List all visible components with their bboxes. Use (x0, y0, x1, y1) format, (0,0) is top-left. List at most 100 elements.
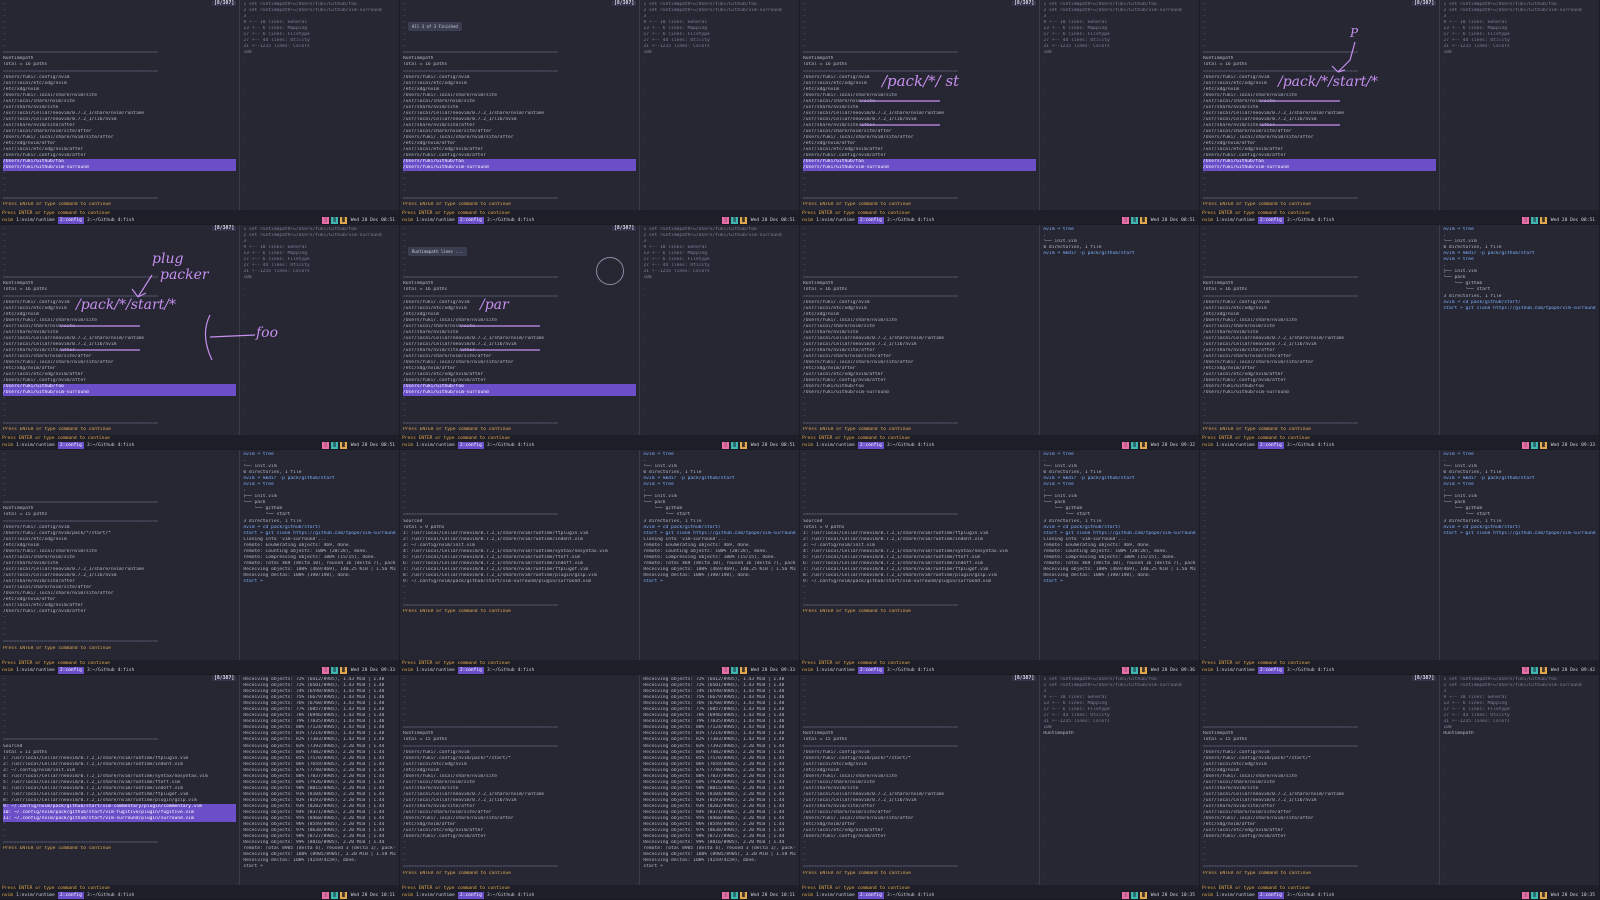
tmux-window-tab[interactable]: 3:~/Github (1287, 892, 1315, 899)
tmux-window-tab[interactable]: 3:~/Github (87, 892, 115, 899)
tmux-window-tab[interactable]: 2:config (1257, 217, 1284, 224)
nvim-pane[interactable]: ~ ~ ~ ~ ~ ~ ~ ~ ================================… (800, 225, 1039, 435)
nvim-pane[interactable]: ~ ~ ~ ~ ~ ~ ~ ~ ~ ~ ==============================… (0, 675, 239, 885)
tmux-window-tab[interactable]: 1:nvim/runtime (816, 217, 855, 224)
tmux-window-tab[interactable]: 3:~/Github (1287, 217, 1315, 224)
tmux-window-tab[interactable]: 1:nvim/runtime (816, 892, 855, 899)
nvim-pane[interactable]: ~ ~ ~ ~ ~ ~ ~ ~ ~ ~ ~ ~ ~ ~ ~ ~ ~ ~ ~ ~ ~ ~ ~ ~ ~ ~ ~ ~ ~ ~ ~ ~ ~ (1200, 450, 1439, 660)
tmux-window-tab[interactable]: 2:config (457, 892, 484, 899)
tmux-window-tab[interactable]: 3:~/Github (487, 892, 515, 899)
tmux-window-tab[interactable]: 4:fish (918, 892, 935, 899)
tmux-window-tab[interactable]: 3:~/Github (887, 442, 915, 449)
shell-pane[interactable]: Receiving objects: 72% (6412/8905), 1.43… (639, 675, 799, 885)
status-chip: ▒ (1531, 217, 1538, 224)
tmux-window-tab[interactable]: 3:~/Github (87, 217, 115, 224)
nvim-pane[interactable]: ~ ~ ~ ~ ~ ~ ~ ~ ================================… (0, 450, 239, 660)
tmux-window-tab[interactable]: 3:~/Github (887, 892, 915, 899)
nvim-pane[interactable]: ~ ~ ~ ~ ~ ~ ~ ~ ================================… (1200, 675, 1439, 885)
tmux-window-tab[interactable]: 4:fish (518, 217, 535, 224)
tmux-window-tab[interactable]: 3:~/Github (487, 442, 515, 449)
tmux-window-tab[interactable]: 1:nvim/runtime (416, 892, 455, 899)
tmux-window-tab[interactable]: 3:~/Github (487, 667, 515, 674)
tmux-window-tab[interactable]: 4:fish (1318, 217, 1335, 224)
sourced-entry: 4: /usr/local/Cellar/neovim/0.7.2_1/shar… (403, 548, 608, 554)
shell-pane[interactable]: nvim ➜ tree. └── init.vim 0 directories, 1… (1039, 450, 1199, 660)
tmux-window-tab[interactable]: 1:nvim/runtime (1216, 442, 1255, 449)
tmux-window-tab[interactable]: 2:config (457, 667, 484, 674)
tmux-window-tab[interactable]: 2:config (57, 442, 84, 449)
nvim-pane[interactable]: ~ ~ ~ ~ ~ ~ ~ ~ ================================… (800, 675, 1039, 885)
tmux-window-tab[interactable]: 4:fish (918, 667, 935, 674)
tmux-window-tab[interactable]: 2:config (457, 442, 484, 449)
nvim-pane[interactable]: ~ ~ ~ ~ ~ ~ ~ ~ ================================… (400, 675, 639, 885)
tmux-window-tab[interactable]: 2:config (57, 217, 84, 224)
tmux-window-tab[interactable]: 4:fish (118, 667, 135, 674)
tmux-window-tab[interactable]: 2:config (857, 892, 884, 899)
tmux-window-tab[interactable]: 1:nvim/runtime (816, 667, 855, 674)
vimrc-pane[interactable]: 1 set runtimepath+=/Users/Yuki/Github/fo… (639, 0, 799, 210)
shell-pane[interactable]: Receiving objects: 72% (6412/8905), 1.43… (239, 675, 399, 885)
tmux-window-tab[interactable]: 2:config (1257, 667, 1284, 674)
shell-pane[interactable]: nvim ➜ tree. └── init.vim 0 directories, 1… (1039, 225, 1199, 435)
status-row: nvim 1:nvim/runtime 2:config 3:~/Github 4:fi… (802, 217, 1197, 224)
shell-pane[interactable]: nvim ➜ tree. └── init.vim 0 directories, 1… (1439, 225, 1599, 435)
tmux-window-tab[interactable]: 3:~/Github (1287, 667, 1315, 674)
vimrc-pane[interactable]: 1 set runtimepath+=/Users/Yuki/Github/fo… (1039, 675, 1199, 885)
tmux-window-tab[interactable]: 4:fish (518, 442, 535, 449)
tmux-window-tab[interactable]: 2:config (1257, 892, 1284, 899)
tmux-window-tab[interactable]: 4:fish (1318, 667, 1335, 674)
tmux-window-tab[interactable]: 4:fish (118, 442, 135, 449)
tmux-window-tab[interactable]: 1:nvim/runtime (16, 217, 55, 224)
tmux-window-tab[interactable]: 2:config (457, 217, 484, 224)
tmux-window-tab[interactable]: 1:nvim/runtime (16, 667, 55, 674)
tmux-window-tab[interactable]: 2:config (57, 667, 84, 674)
nvim-pane[interactable]: ~ ~ ~ ~ ~ ~ ~ ~ ================================… (0, 0, 239, 210)
tmux-window-tab[interactable]: 3:~/Github (487, 217, 515, 224)
status-date: Wed 28 Dec 10:11 (350, 893, 395, 898)
tmux-window-tab[interactable]: 1:nvim/runtime (416, 442, 455, 449)
tmux-window-tab[interactable]: 1:nvim/runtime (16, 892, 55, 899)
tmux-window-tab[interactable]: 1:nvim/runtime (416, 217, 455, 224)
shell-pane[interactable]: nvim ➜ tree. └── init.vim 0 directories, 1… (1439, 450, 1599, 660)
tmux-window-tab[interactable]: 4:fish (1318, 442, 1335, 449)
tmux-window-tab[interactable]: 4:fish (1318, 892, 1335, 899)
tmux-window-tab[interactable]: 3:~/Github (87, 667, 115, 674)
tmux-session-name: nvim (802, 668, 814, 673)
status-chip: ▓ (1539, 667, 1547, 674)
tmux-window-tab[interactable]: 2:config (57, 892, 84, 899)
tmux-window-tab[interactable]: 1:nvim/runtime (1216, 892, 1255, 899)
tmux-window-tab[interactable]: 3:~/Github (87, 442, 115, 449)
tmux-window-tab[interactable]: 2:config (857, 217, 884, 224)
tmux-window-tab[interactable]: 1:nvim/runtime (16, 442, 55, 449)
tmux-window-tab[interactable]: 1:nvim/runtime (1216, 667, 1255, 674)
tmux-window-tab[interactable]: 2:config (1257, 442, 1284, 449)
vimrc-pane[interactable]: 1 set runtimepath+=/Users/Yuki/Github/fo… (239, 0, 399, 210)
tmux-window-tab[interactable]: 3:~/Github (887, 217, 915, 224)
tmux-window-tab[interactable]: 4:fish (918, 217, 935, 224)
shell-pane[interactable]: nvim ➜ tree. └── init.vim 0 directories, 1… (239, 450, 399, 660)
status-right: ░ ▒ ▓ Wed 28 Dec 10:35 (1122, 892, 1197, 899)
tmux-window-tab[interactable]: 2:config (857, 667, 884, 674)
tmux-window-tab[interactable]: 1:nvim/runtime (816, 442, 855, 449)
tmux-window-tab[interactable]: 1:nvim/runtime (416, 667, 455, 674)
nvim-pane[interactable]: ~ ~ ~ ~ ~ ~ ~ ~ ================================… (1200, 225, 1439, 435)
nvim-pane[interactable]: ~ ~ ~ ~ ~ ~ ~ ~ ~ ~ ==============================… (800, 450, 1039, 660)
tmux-window-tab[interactable]: 4:fish (118, 217, 135, 224)
git-progress-line: Receiving objects: 82% (7303/8905), 1.43… (643, 737, 785, 743)
tmux-window-tab[interactable]: 3:~/Github (887, 667, 915, 674)
status-hint: Press ENTER or type command to continue (2, 211, 110, 216)
vimrc-pane[interactable]: 1 set runtimepath+=/Users/Yuki/Github/fo… (1439, 675, 1599, 885)
tmux-window-tab[interactable]: 4:fish (918, 442, 935, 449)
tmux-window-tab[interactable]: 1:nvim/runtime (1216, 217, 1255, 224)
nvim-pane[interactable]: ~ ~ ~ ~ ~ ~ ~ ~ ~ ~ ==============================… (400, 450, 639, 660)
tmux-window-tab[interactable]: 3:~/Github (1287, 442, 1315, 449)
tmux-window-tab[interactable]: 4:fish (518, 667, 535, 674)
tmux-window-tab[interactable]: 2:config (857, 442, 884, 449)
git-progress-line: Receiving objects: 85% (7570/8905), 2.20… (243, 755, 385, 761)
tmux-frame: ~ ~ ~ ~ ~ ~ ~ ~ ================================… (400, 225, 800, 450)
shell-pane[interactable]: nvim ➜ tree. └── init.vim 0 directories, 1… (639, 450, 799, 660)
tmux-window-tab[interactable]: 4:fish (118, 892, 135, 899)
status-hint: Press ENTER or type command to continue (802, 886, 910, 891)
tmux-window-tab[interactable]: 4:fish (518, 892, 535, 899)
nvim-pane[interactable]: ~ ~ ~ ~ ~ ~ ~ ~ ================================… (400, 0, 639, 210)
